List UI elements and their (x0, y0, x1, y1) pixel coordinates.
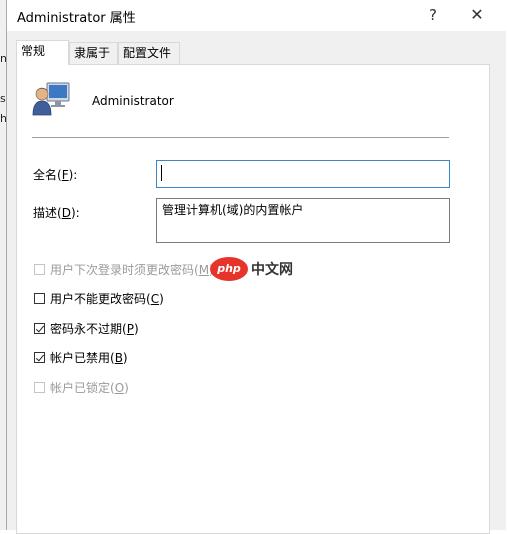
title-bar: Administrator 属性 ? ✕ (7, 0, 506, 31)
user-name: Administrator (92, 94, 174, 108)
tab-member-of[interactable]: 隶属于 (69, 42, 118, 64)
checkbox-label: 用户不能更改密码(C) (50, 291, 164, 306)
account-disabled-checkbox[interactable]: 帐户已禁用(B) (34, 348, 128, 366)
dialog-title: Administrator 属性 (17, 11, 136, 26)
checkbox-label: 密码永不过期(P) (50, 321, 139, 336)
must-change-password-checkbox[interactable]: 用户下次登录时须更改密码(M) (34, 260, 214, 278)
description-label: 描述(D): (33, 206, 80, 220)
close-button[interactable]: ✕ (463, 2, 491, 28)
account-locked-checkbox[interactable]: 帐户已锁定(O) (34, 378, 129, 396)
cannot-change-password-checkbox[interactable]: 用户不能更改密码(C) (34, 289, 164, 307)
checkbox-box[interactable] (34, 322, 45, 334)
background-text: s (0, 92, 6, 105)
password-never-expires-checkbox[interactable]: 密码永不过期(P) (34, 319, 139, 337)
checkbox-label: 用户下次登录时须更改密码(M) (50, 262, 214, 277)
help-button[interactable]: ? (419, 2, 447, 28)
checkbox-box[interactable] (34, 381, 45, 393)
checkbox-box[interactable] (34, 263, 45, 275)
text-caret (161, 165, 162, 181)
user-icon (32, 82, 70, 116)
checkbox-label: 帐户已禁用(B) (50, 350, 128, 365)
checkbox-box[interactable] (34, 292, 45, 304)
checkbox-box[interactable] (34, 351, 45, 363)
separator (32, 137, 449, 138)
full-name-input[interactable] (156, 160, 450, 188)
description-input[interactable]: 管理计算机(域)的内置帐户 (156, 198, 450, 243)
watermark-logo: php (210, 257, 248, 281)
watermark: php 中文网 (210, 257, 293, 281)
general-tab-panel: Administrator 全名(F): 描述(D): 管理计算机(域)的内置帐… (16, 64, 490, 534)
watermark-text: 中文网 (251, 262, 293, 278)
tab-general[interactable]: 常规 (16, 40, 69, 65)
checkbox-label: 帐户已锁定(O) (50, 380, 129, 395)
full-name-label: 全名(F): (33, 168, 78, 182)
tab-profile[interactable]: 配置文件 (118, 42, 180, 64)
